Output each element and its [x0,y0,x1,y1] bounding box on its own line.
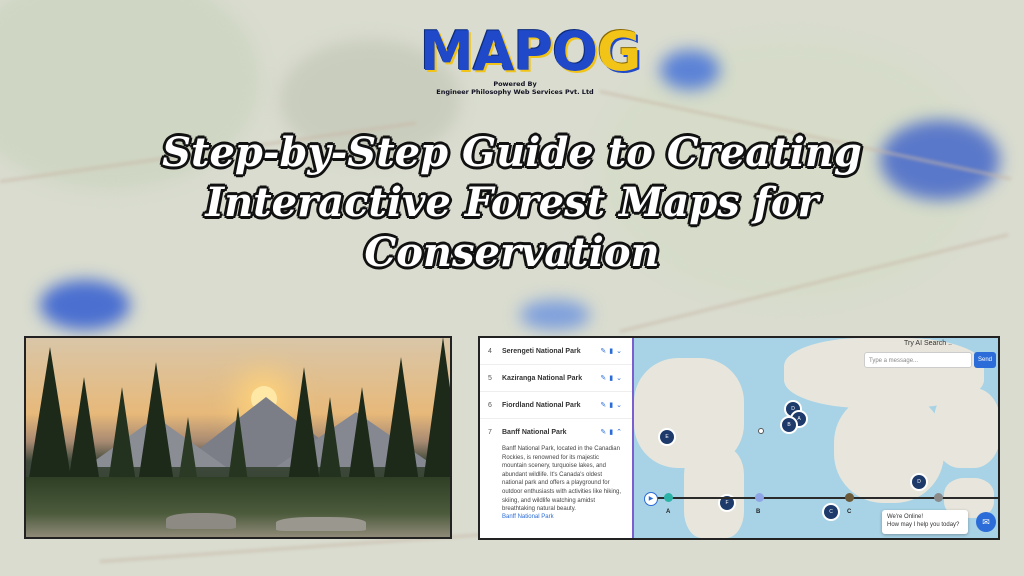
chat-greeting: We're Online! How may I help you today? [882,510,968,534]
edit-icon[interactable]: ✎ [600,428,606,436]
logo-wordmark: MAPOG [420,20,641,83]
title-line-2: Interactive Forest Maps for [205,179,819,226]
online-subtitle: How may I help you today? [887,522,960,528]
send-button[interactable]: Send [974,352,996,368]
list-item-name: Serengeti National Park [502,347,581,355]
forest-photo [24,336,452,539]
map-cluster-marker[interactable]: C [822,503,840,521]
world-map[interactable]: Try AI Search .. Type a message... Send … [634,338,998,538]
timeline-label: B [756,509,761,515]
chevron-down-icon[interactable]: ⌄ [616,374,622,382]
online-title: We're Online! [887,514,924,520]
list-item[interactable]: 5 Kaziranga National Park ✎ ▮ ⌄ [480,365,632,392]
delete-icon[interactable]: ▮ [609,347,613,355]
edit-icon[interactable]: ✎ [600,401,606,409]
chevron-down-icon[interactable]: ⌄ [616,401,622,409]
list-item-expanded[interactable]: 7 Banff National Park ✎ ▮ ⌃ [480,419,632,445]
timeline-label: C [847,509,852,515]
ai-search-title: Try AI Search .. [904,340,952,347]
chevron-up-icon[interactable]: ⌃ [616,428,622,436]
title-line-3: Conservation [364,229,660,276]
forest-ground [26,477,450,537]
park-description: Banff National Park, located in the Cana… [502,446,622,513]
edit-icon[interactable]: ✎ [600,347,606,355]
timeline-node[interactable] [664,493,673,502]
delete-icon[interactable]: ▮ [609,428,613,436]
map-point[interactable] [758,428,764,434]
timeline-node[interactable] [755,493,764,502]
chat-message-input[interactable]: Type a message... [864,352,972,368]
list-item-name: Fiordland National Park [502,401,581,409]
mapog-logo: MAPOG Powered By Engineer Philosophy Web… [420,20,641,97]
map-cluster-marker[interactable]: D [910,473,928,491]
list-item[interactable]: 4 Serengeti National Park ✎ ▮ ⌄ [480,338,632,365]
chat-bubble-icon[interactable]: ✉ [976,512,996,532]
park-list-panel: 4 Serengeti National Park ✎ ▮ ⌄ 5 Kazirang… [480,338,634,538]
title-line-1: Step-by-Step Guide to Creating [162,129,862,176]
timeline-node[interactable] [845,493,854,502]
map-cluster-marker[interactable]: B [780,416,798,434]
park-link[interactable]: Banff National Park [480,514,632,520]
edit-icon[interactable]: ✎ [600,374,606,382]
timeline-label: A [666,509,671,515]
map-cluster-marker[interactable]: E [658,428,676,446]
logo-company: Engineer Philosophy Web Services Pvt. Lt… [436,88,594,96]
delete-icon[interactable]: ▮ [609,401,613,409]
delete-icon[interactable]: ▮ [609,374,613,382]
timeline-node[interactable] [934,493,943,502]
page-title: Step-by-Step Guide to Creating Interacti… [40,128,984,278]
chevron-down-icon[interactable]: ⌄ [616,347,622,355]
list-item-name: Kaziranga National Park [502,374,583,382]
list-item-name: Banff National Park [502,428,567,436]
app-screenshot: 4 Serengeti National Park ✎ ▮ ⌄ 5 Kazirang… [478,336,1000,540]
timeline-track [654,497,998,499]
play-icon[interactable]: ▶ [644,492,658,506]
list-item[interactable]: 6 Fiordland National Park ✎ ▮ ⌄ [480,392,632,419]
